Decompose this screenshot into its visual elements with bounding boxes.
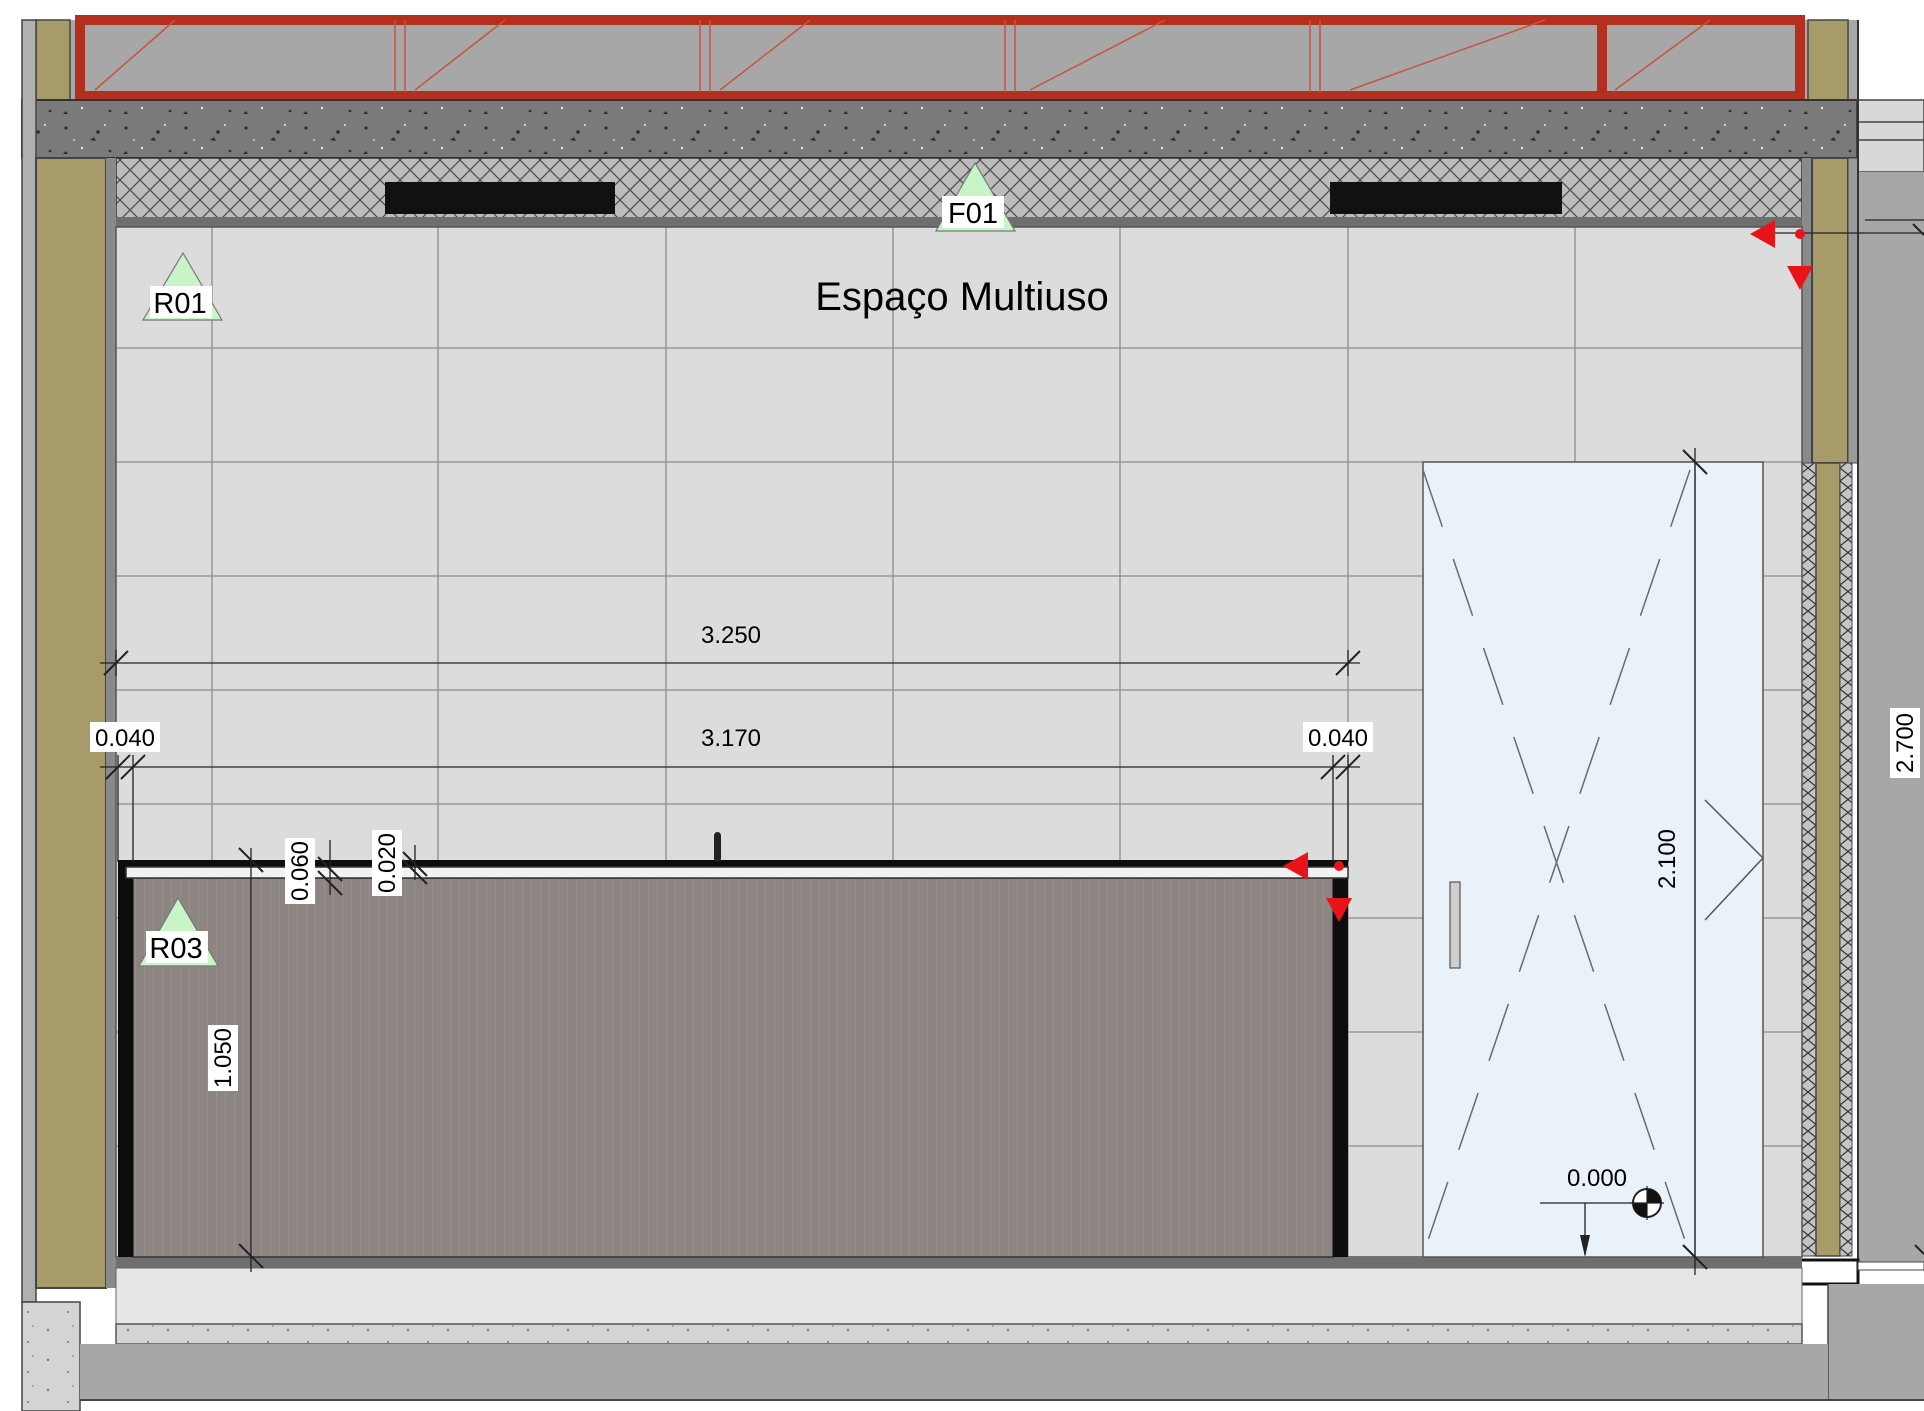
room-name: Espaço Multiuso bbox=[815, 275, 1108, 319]
dim-ceiling-height: 2.700 bbox=[1892, 713, 1919, 773]
concrete-slab bbox=[21, 99, 1858, 159]
duct-right bbox=[1330, 182, 1562, 214]
window-upper bbox=[22, 15, 1924, 103]
dim-top-board: 0.060 bbox=[287, 841, 314, 901]
dim-overall-width: 3.250 bbox=[701, 622, 761, 649]
dim-inner-width: 3.170 bbox=[701, 725, 761, 752]
dim-door-height: 2.100 bbox=[1654, 829, 1681, 889]
left-column bbox=[21, 19, 116, 1411]
tag-r03: R03 bbox=[149, 933, 202, 965]
duct-left bbox=[385, 182, 615, 214]
dim-counter-height: 1.050 bbox=[210, 1028, 237, 1088]
slab-right-edge bbox=[1856, 99, 1924, 173]
level-value: 0.000 bbox=[1567, 1165, 1627, 1192]
elevation-drawing: 3.250 3.170 0.040 0.040 0.060 0.020 1.05… bbox=[0, 0, 1924, 1411]
dim-left-offset: 0.040 bbox=[95, 725, 155, 752]
tag-r01: R01 bbox=[153, 288, 206, 320]
tag-f01: F01 bbox=[948, 198, 998, 230]
floor bbox=[80, 1257, 1924, 1401]
dim-right-offset: 0.040 bbox=[1308, 725, 1368, 752]
glass-door bbox=[1422, 461, 1765, 1265]
dim-top-lip: 0.020 bbox=[374, 833, 401, 893]
